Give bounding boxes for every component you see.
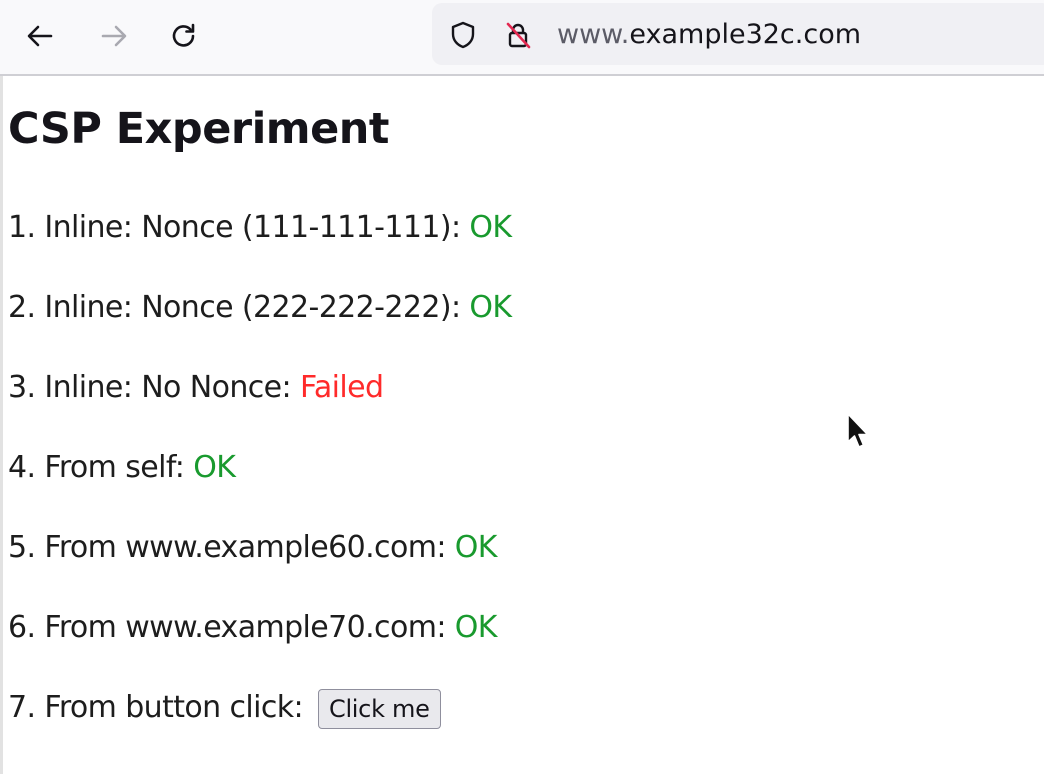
result-row-7: 7. From button click: Click me: [8, 688, 441, 729]
click-me-button[interactable]: Click me: [317, 688, 441, 729]
forward-arrow-icon: [101, 25, 127, 47]
reload-icon: [172, 23, 195, 47]
result-status: OK: [454, 530, 498, 565]
url-host: example32c.com: [629, 19, 862, 50]
tracking-protection-button[interactable]: [447, 19, 479, 51]
result-status: OK: [454, 610, 498, 645]
page-title: CSP Experiment: [8, 104, 389, 154]
result-label: 7. From button click:: [8, 690, 312, 725]
result-status: Failed: [299, 370, 384, 405]
back-arrow-icon: [27, 25, 53, 47]
site-security-button[interactable]: [502, 19, 534, 51]
result-status: OK: [193, 450, 236, 485]
back-button[interactable]: [18, 14, 62, 58]
result-status: OK: [469, 210, 512, 245]
result-label: 5. From www.example60.com:: [8, 530, 455, 565]
insecure-lock-icon: [506, 22, 531, 49]
mouse-pointer-icon: [847, 413, 869, 448]
url-text[interactable]: www.example32c.com: [557, 18, 861, 52]
window-left-edge: [0, 0, 3, 774]
reload-button[interactable]: [162, 14, 206, 58]
result-row-1: 1. Inline: Nonce (111-111-111): OK: [8, 208, 512, 248]
result-label: 3. Inline: No Nonce:: [8, 370, 300, 405]
browser-toolbar: www.example32c.com: [0, 0, 1044, 76]
shield-icon: [451, 21, 475, 49]
result-row-6: 6. From www.example70.com: OK: [8, 608, 497, 648]
result-row-2: 2. Inline: Nonce (222-222-222): OK: [8, 288, 512, 328]
result-row-5: 5. From www.example60.com: OK: [8, 528, 497, 568]
url-bar[interactable]: www.example32c.com: [432, 3, 1044, 65]
forward-button[interactable]: [92, 14, 136, 58]
result-row-4: 4. From self: OK: [8, 448, 236, 488]
result-status: OK: [469, 290, 512, 325]
url-prefix: www.: [557, 19, 630, 50]
result-label: 2. Inline: Nonce (222-222-222):: [8, 290, 470, 325]
result-row-3: 3. Inline: No Nonce: Failed: [8, 368, 384, 408]
result-label: 4. From self:: [8, 450, 194, 485]
result-label: 6. From www.example70.com:: [8, 610, 455, 645]
result-label: 1. Inline: Nonce (111-111-111):: [8, 210, 470, 245]
